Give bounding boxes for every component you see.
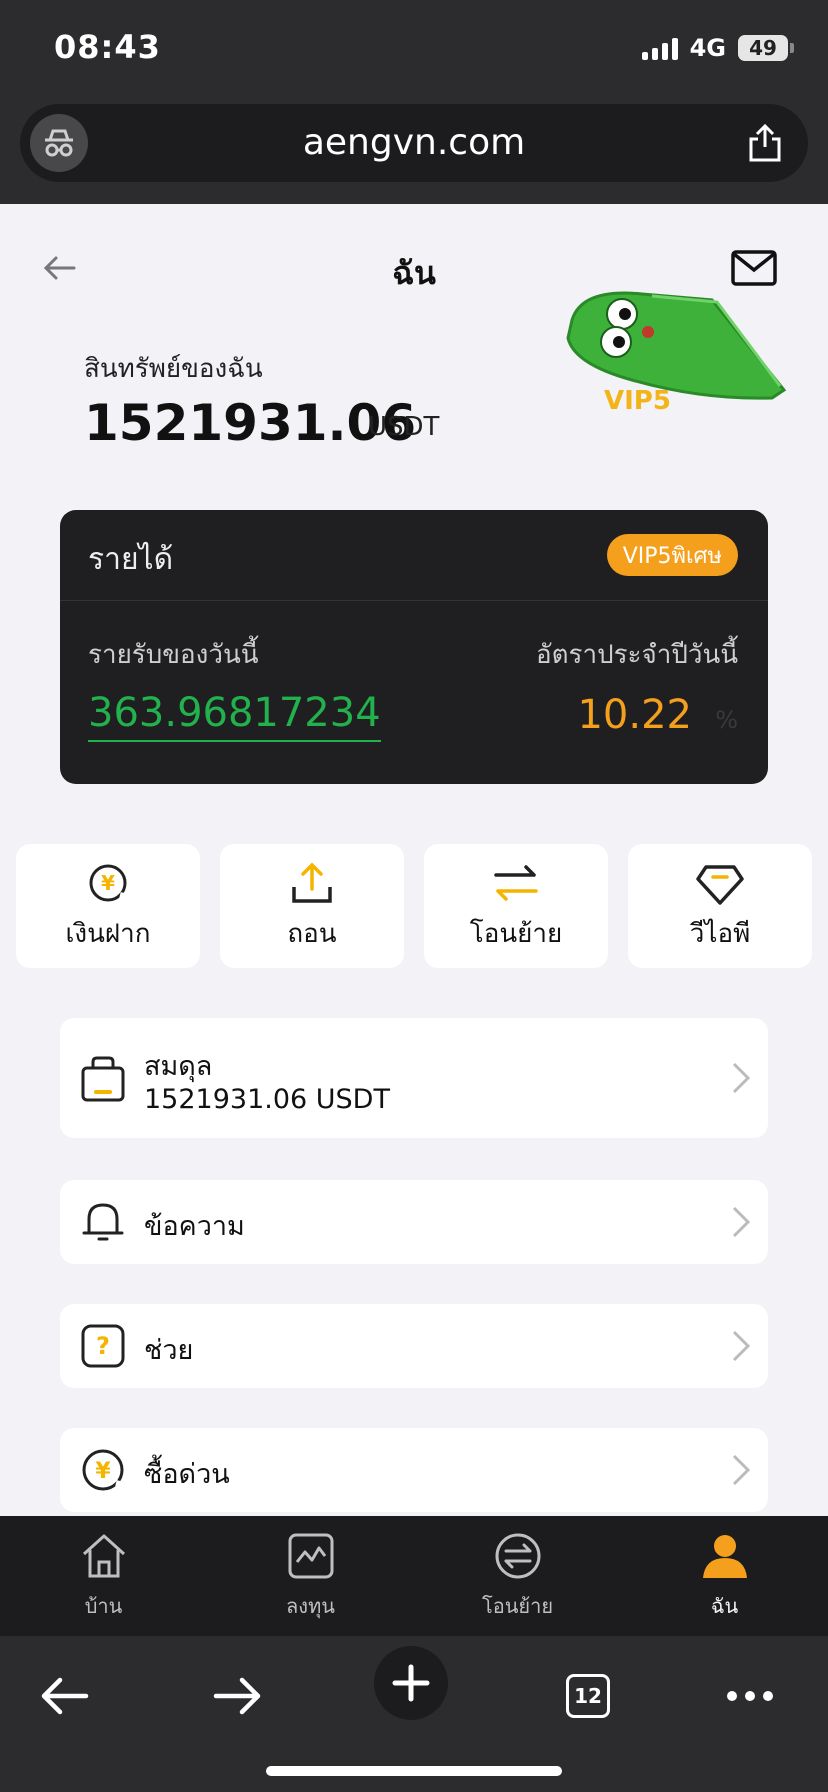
annual-rate-unit: %	[715, 706, 738, 734]
deposit-button[interactable]: ¥ เงินฝาก	[16, 844, 200, 968]
svg-text:¥: ¥	[95, 1459, 111, 1484]
status-time: 08:43	[54, 28, 161, 66]
tabs-count: 12	[566, 1674, 610, 1718]
battery-icon: 49	[738, 35, 794, 61]
url-text[interactable]: aengvn.com	[20, 122, 808, 163]
status-indicators: 4G 49	[641, 34, 794, 62]
browser-forward-button[interactable]	[198, 1656, 278, 1736]
address-bar[interactable]: aengvn.com	[20, 104, 808, 182]
tab-invest-label: ลงทุน	[286, 1594, 335, 1618]
messages-label: ข้อความ	[144, 1211, 245, 1242]
svg-text:?: ?	[96, 1332, 110, 1360]
wallet-icon	[81, 1056, 125, 1102]
arrow-left-icon	[41, 1677, 89, 1715]
exchange-icon	[495, 1533, 540, 1579]
bell-icon	[82, 1203, 124, 1241]
chevron-right-icon	[732, 1062, 751, 1094]
vip-badge: VIP5พิเศษ	[606, 534, 738, 576]
deposit-icon: ¥	[89, 864, 129, 901]
signal-icon	[641, 36, 678, 60]
today-income-value[interactable]: 363.96817234	[88, 690, 381, 742]
chart-icon	[288, 1533, 333, 1579]
vip-button[interactable]: วีไอพี	[628, 844, 812, 968]
help-row[interactable]: ? ช่วย	[60, 1304, 768, 1388]
divider	[60, 600, 768, 601]
plus-icon	[392, 1664, 430, 1702]
withdraw-button[interactable]: ถอน	[220, 844, 404, 968]
browser-toolbar: 12	[0, 1636, 828, 1792]
tab-me-label: ฉัน	[710, 1594, 739, 1618]
tab-home[interactable]: บ้าน	[0, 1516, 207, 1636]
help-icon: ?	[81, 1324, 125, 1368]
tab-invest[interactable]: ลงทุน	[207, 1516, 414, 1636]
help-label: ช่วย	[144, 1335, 194, 1366]
withdraw-icon	[292, 862, 332, 903]
annual-rate-value: 10.22	[577, 692, 692, 738]
vip-label: วีไอพี	[689, 918, 751, 949]
tab-transfer[interactable]: โอนย้าย	[414, 1516, 621, 1636]
assets-value: 1521931.06	[84, 394, 417, 452]
tabs-button[interactable]: 12	[548, 1656, 628, 1736]
vip-level-label: VIP5	[604, 386, 671, 416]
withdraw-label: ถอน	[287, 918, 337, 949]
transfer-icon	[494, 864, 538, 901]
arrow-right-icon	[213, 1677, 261, 1715]
browser-back-button[interactable]	[24, 1656, 104, 1736]
quick-buy-icon: ¥	[82, 1449, 125, 1491]
annual-rate-label: อัตราประจำปีวันนี้	[536, 640, 738, 670]
tab-me[interactable]: ฉัน	[621, 1516, 828, 1636]
balance-row[interactable]: สมดุล 1521931.06 USDT	[60, 1018, 768, 1138]
vip-mascot-illustration	[552, 280, 792, 420]
messages-row[interactable]: ข้อความ	[60, 1180, 768, 1264]
transfer-label: โอนย้าย	[469, 918, 563, 949]
income-card: รายได้ VIP5พิเศษ รายรับของวันนี้ อัตราปร…	[60, 510, 768, 784]
income-title: รายได้	[88, 542, 174, 577]
chevron-right-icon	[732, 1206, 751, 1238]
share-icon[interactable]	[740, 118, 790, 168]
assets-unit: USDT	[368, 412, 440, 442]
chevron-right-icon	[732, 1330, 751, 1362]
transfer-button[interactable]: โอนย้าย	[424, 844, 608, 968]
quick-buy-label: ซื้อด่วน	[144, 1459, 230, 1490]
more-button[interactable]	[710, 1656, 790, 1736]
home-indicator[interactable]	[266, 1766, 562, 1776]
diamond-icon	[696, 864, 744, 905]
chevron-right-icon	[732, 1454, 751, 1486]
bottom-tab-bar: บ้าน ลงทุน โอนย้าย ฉัน	[0, 1516, 828, 1636]
home-icon	[82, 1534, 125, 1578]
new-tab-button[interactable]	[374, 1646, 448, 1720]
tab-home-label: บ้าน	[84, 1594, 123, 1618]
today-income-label: รายรับของวันนี้	[88, 640, 259, 670]
network-type: 4G	[689, 34, 726, 62]
quick-buy-row[interactable]: ¥ ซื้อด่วน	[60, 1428, 768, 1512]
deposit-label: เงินฝาก	[65, 918, 151, 949]
browser-top-bar: 08:43 4G 49 aengvn.com	[0, 0, 828, 204]
tab-transfer-label: โอนย้าย	[481, 1594, 554, 1618]
balance-value: 1521931.06 USDT	[144, 1084, 390, 1115]
battery-level: 49	[749, 36, 777, 60]
svg-text:¥: ¥	[101, 871, 115, 895]
more-icon	[727, 1691, 773, 1701]
quick-actions: ¥ เงินฝาก ถอน โอนย้าย วีไอพี	[16, 844, 812, 968]
user-icon	[702, 1535, 747, 1578]
assets-label: สินทรัพย์ของฉัน	[84, 354, 263, 384]
balance-label: สมดุล	[144, 1051, 213, 1082]
